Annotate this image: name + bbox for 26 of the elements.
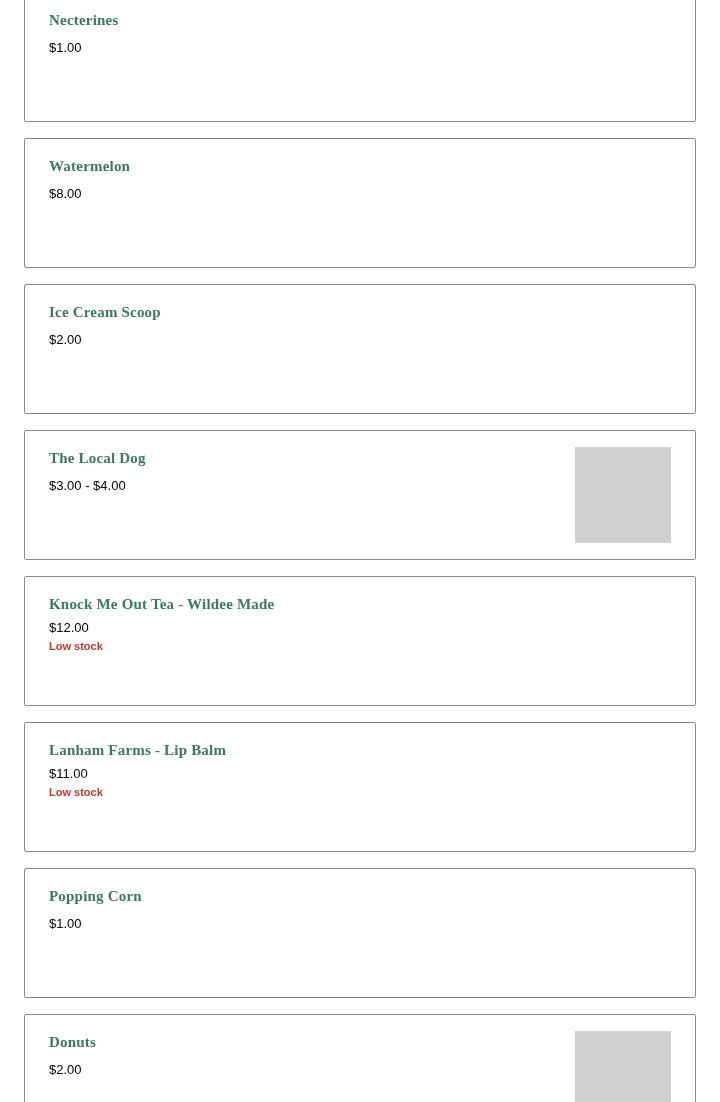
product-name[interactable]: Watermelon — [49, 155, 131, 177]
product-name[interactable]: The Local Dog — [49, 447, 146, 469]
product-card[interactable]: Lanham Farms - Lip Balm $11.00 Low stock — [24, 722, 696, 852]
product-name[interactable]: Popping Corn — [49, 885, 142, 907]
product-card[interactable]: Donuts $2.00 — [24, 1014, 696, 1102]
product-price: $11.00 — [49, 765, 89, 783]
product-card[interactable]: Popping Corn $1.00 — [24, 868, 696, 998]
product-name[interactable]: Ice Cream Scoop — [49, 301, 161, 323]
stock-label: Low stock — [49, 785, 104, 799]
product-card[interactable]: Ice Cream Scoop $2.00 — [24, 284, 696, 414]
product-card[interactable]: Watermelon $8.00 — [24, 138, 696, 268]
product-name[interactable]: Lanham Farms - Lip Balm — [49, 739, 227, 761]
product-card[interactable]: Necterines $1.00 — [24, 0, 696, 122]
product-name[interactable]: Donuts — [49, 1031, 97, 1053]
product-price: $2.00 — [49, 1061, 83, 1079]
product-price: $12.00 — [49, 619, 90, 637]
product-name[interactable]: Knock Me Out Tea - Wildee Made — [49, 593, 275, 615]
product-price: $2.00 — [49, 331, 83, 349]
product-card[interactable]: The Local Dog $3.00 - $4.00 — [24, 430, 696, 560]
stock-label: Low stock — [49, 639, 104, 653]
product-card[interactable]: Knock Me Out Tea - Wildee Made $12.00 Low stock — [24, 576, 696, 706]
product-price: $1.00 — [49, 39, 83, 57]
product-price: $3.00 - $4.00 — [49, 477, 127, 495]
product-price: $1.00 — [49, 915, 83, 933]
product-name[interactable]: Necterines — [49, 9, 119, 31]
product-price: $8.00 — [49, 185, 83, 203]
